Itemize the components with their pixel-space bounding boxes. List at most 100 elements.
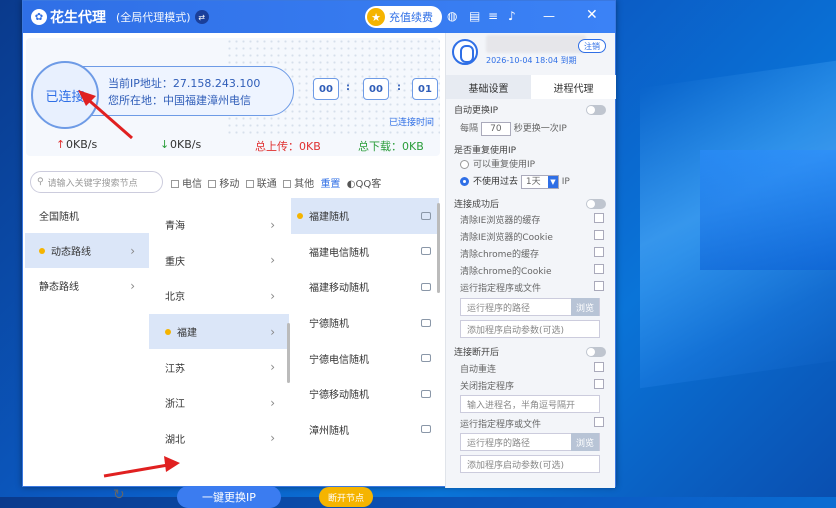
message-icon[interactable] — [421, 354, 431, 363]
clear-ie-cookie-checkbox[interactable] — [594, 230, 604, 240]
list-item[interactable]: 福建 › — [149, 313, 289, 350]
globe-icon[interactable]: ◍ — [447, 9, 457, 23]
reuse-label: 是否重复使用IP — [454, 146, 517, 156]
filter-mobile[interactable]: 移动 — [208, 179, 239, 190]
input-placeholder: 添加程序启动参数(可选) — [467, 325, 565, 336]
bell-icon[interactable]: ♪ — [508, 9, 516, 23]
tab-process-proxy[interactable]: 进程代理 — [531, 75, 616, 99]
filter-other[interactable]: 其他 — [283, 179, 314, 190]
list-item[interactable]: 全国随机 — [25, 198, 149, 233]
filter-unicom[interactable]: 联通 — [245, 179, 277, 190]
program-path-input[interactable]: 运行程序的路径 浏览 — [460, 298, 600, 316]
timer-colon: : — [397, 82, 401, 93]
item-label: 漳州随机 — [309, 425, 349, 437]
disconnect-button[interactable]: 断开节点 — [319, 487, 373, 507]
mode-switch-icon[interactable]: ⇄ — [194, 10, 209, 24]
up-speed: 0KB/s — [66, 138, 98, 151]
browse-button[interactable]: 浏览 — [571, 298, 599, 316]
item-label: 全国随机 — [39, 212, 79, 223]
interval-label: 每隔 — [460, 124, 479, 134]
item-label: 浙江 — [165, 399, 185, 411]
on-success-toggle[interactable] — [586, 199, 606, 209]
switch-ip-button[interactable]: 一键更换IP — [177, 486, 281, 508]
on-disconnect-toggle[interactable] — [586, 347, 606, 357]
message-icon[interactable] — [421, 282, 431, 291]
total-download: 总下载：0KB — [358, 140, 424, 153]
list-item[interactable]: 福建随机 — [291, 198, 439, 234]
qq-icon[interactable]: ◐ — [347, 179, 356, 190]
minimize-icon[interactable]: — — [543, 9, 555, 23]
tab-basic[interactable]: 基础设置 — [446, 75, 531, 99]
filter-label: 其他 — [294, 179, 315, 190]
list-item[interactable]: 宁德随机 — [291, 305, 439, 341]
process-name-input[interactable]: 输入进程名，半角逗号隔开 — [460, 395, 600, 413]
clear-chrome-cache-checkbox[interactable] — [594, 247, 604, 257]
connect-button[interactable]: 已连接 — [31, 61, 99, 129]
run-program2-checkbox[interactable] — [594, 417, 604, 427]
recharge-button[interactable]: ★ 充值续费 — [365, 6, 442, 28]
reset-link[interactable]: 重置 — [320, 179, 340, 190]
list-item[interactable]: 福建电信随机 — [291, 234, 439, 270]
item-label: 宁德移动随机 — [309, 390, 369, 402]
interval-input[interactable]: 70 — [480, 121, 511, 136]
peanut-icon: ✿ — [31, 9, 47, 25]
list-item[interactable]: 浙江 › — [149, 385, 289, 421]
list-item[interactable]: 重庆 › — [149, 243, 289, 279]
auto-change-toggle[interactable] — [586, 105, 606, 115]
logout-button[interactable]: 注销 — [578, 39, 606, 53]
list-item[interactable]: 宁德电信随机 — [291, 340, 439, 376]
program-args2-input[interactable]: 添加程序启动参数(可选) — [460, 455, 600, 473]
run-program-checkbox[interactable] — [594, 281, 604, 291]
auto-reconnect-checkbox[interactable] — [594, 362, 604, 372]
document-icon[interactable]: ▤ — [469, 9, 480, 23]
list-item[interactable]: 福建移动随机 — [291, 269, 439, 305]
browse-button[interactable]: 浏览 — [571, 433, 599, 451]
province-list: 青海 › 重庆 › 北京 › 福建 › 江苏 › 浙江 › 湖北 › — [149, 207, 289, 477]
list-item[interactable]: 宁德移动随机 — [291, 376, 439, 412]
list-item[interactable]: 湖北 › — [149, 421, 289, 457]
message-icon[interactable] — [421, 318, 431, 327]
desktop-window-pane — [700, 150, 836, 270]
message-icon[interactable] — [421, 425, 431, 434]
list-item[interactable]: 漳州随机 — [291, 412, 439, 448]
list-item[interactable]: 静态路线 › — [25, 268, 149, 303]
qq-service[interactable]: QQ客 — [356, 179, 382, 190]
filter-label: 联通 — [256, 179, 277, 190]
run-program-label: 运行指定程序或文件 — [460, 284, 542, 294]
list-item[interactable]: 江苏 › — [149, 349, 289, 385]
recharge-label: 充值续费 — [389, 11, 433, 24]
chevron-right-icon: › — [270, 395, 275, 410]
clear-chrome-cookie-checkbox[interactable] — [594, 264, 604, 274]
close-icon[interactable]: ✕ — [586, 7, 598, 23]
reuse-no-radio[interactable]: 不使用过去 1天 ▼ IP — [460, 174, 570, 189]
program-args-input[interactable]: 添加程序启动参数(可选) — [460, 320, 600, 338]
list-item[interactable]: 动态路线 › — [25, 233, 149, 268]
message-icon[interactable] — [421, 247, 431, 256]
refresh-icon[interactable]: ↻ — [113, 487, 125, 503]
title-bar[interactable]: ✿ 花生代理 (全局代理模式) ⇄ ★ 充值续费 ◍ ▤ ≡ ♪ — ✕ — [23, 1, 615, 33]
message-icon[interactable] — [421, 211, 431, 220]
scrollbar[interactable] — [287, 323, 290, 383]
app-window: ✿ 花生代理 (全局代理模式) ⇄ ★ 充值续费 ◍ ▤ ≡ ♪ — ✕ 已连接 当… — [22, 0, 616, 508]
interval-row: 每隔 70 秒更换一次IP — [460, 121, 567, 136]
filter-label: 移动 — [219, 179, 240, 190]
days-select[interactable]: 1天 ▼ — [520, 174, 559, 189]
menu-icon[interactable]: ≡ — [488, 9, 498, 23]
input-placeholder: 运行程序的路径 — [467, 303, 531, 314]
chevron-right-icon: › — [270, 431, 275, 446]
input-placeholder: 运行程序的路径 — [467, 438, 531, 449]
scrollbar[interactable] — [437, 203, 440, 293]
auto-reconnect-label: 自动重连 — [460, 365, 497, 375]
list-item[interactable]: 北京 › — [149, 278, 289, 314]
clear-ie-cache-checkbox[interactable] — [594, 213, 604, 223]
reuse-yes-radio[interactable]: 可以重复使用IP — [460, 157, 535, 170]
close-program-checkbox[interactable] — [594, 379, 604, 389]
message-icon[interactable] — [421, 389, 431, 398]
filter-telecom[interactable]: 电信 — [171, 179, 202, 190]
program-path2-input[interactable]: 运行程序的路径 浏览 — [460, 433, 600, 451]
item-label: 动态路线 — [51, 247, 91, 258]
input-placeholder: 添加程序启动参数(可选) — [467, 460, 565, 471]
list-item[interactable]: 青海 › — [149, 207, 289, 243]
item-label: 福建移动随机 — [309, 283, 369, 295]
search-input[interactable]: ⚲ 请输入关键字搜索节点 — [30, 171, 163, 193]
